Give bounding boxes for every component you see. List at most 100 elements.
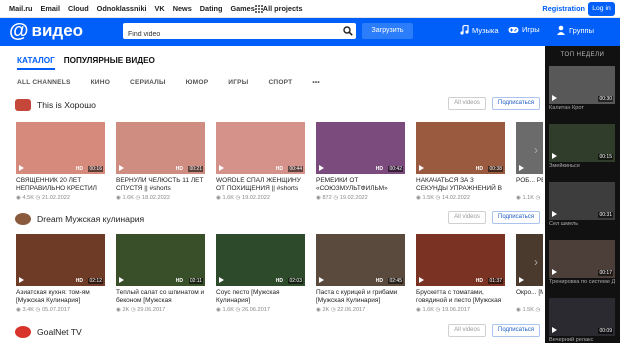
video-title[interactable]: WORDLE СПАЛ ЖЕНЩИНУ ОТ ПОХИЩЕНИЯ || #sho…: [216, 177, 305, 193]
video-title[interactable]: РЕМЕЙКИ ОТ «СОЮЗМУЛЬТФИЛЬМ»: [316, 177, 405, 193]
video-thumbnail[interactable]: HD 02:11: [116, 234, 205, 286]
video-thumbnail[interactable]: HD 00:42: [316, 122, 405, 174]
upload-button[interactable]: Загрузить: [362, 23, 413, 39]
top-video-item[interactable]: 00:30 Калитан Крот: [549, 66, 615, 111]
video-title[interactable]: Калитан Крот: [549, 105, 615, 111]
video-title[interactable]: Сел шмель: [549, 221, 615, 227]
clock-icon: ◷: [233, 307, 242, 313]
hd-badge: HD: [275, 278, 283, 284]
channel-name[interactable]: This is Хорошо: [37, 100, 96, 110]
portal-link[interactable]: Dating: [200, 4, 223, 13]
category-link[interactable]: СЕРИАЛЫ: [130, 79, 166, 86]
video-card[interactable]: HD 00:16 СВЯЩЕННИК 20 ЛЕТ НЕПРАВИЛЬНО КРЕС…: [16, 122, 105, 201]
channel-header: Dream Мужская кулинария All videos Подпи…: [15, 211, 540, 227]
video-thumbnail[interactable]: HD 00:21: [116, 122, 205, 174]
row-next-arrow[interactable]: ›: [531, 130, 541, 170]
all-videos-button[interactable]: All videos: [448, 97, 486, 110]
portal-link[interactable]: Cloud: [68, 4, 89, 13]
video-card[interactable]: HD 02:03 Соус песто [Мужская Кулинария] ◉ 1…: [216, 234, 305, 313]
top-video-item[interactable]: 00:09 Вечерний релакс: [549, 298, 615, 343]
video-thumbnail[interactable]: HD 01:37: [416, 234, 505, 286]
video-thumbnail[interactable]: 00:31: [549, 182, 615, 220]
channel-name[interactable]: Dream Мужская кулинария: [37, 214, 144, 224]
portal-link[interactable]: News: [173, 4, 192, 13]
hd-badge: HD: [475, 166, 483, 172]
video-thumbnail[interactable]: 00:17: [549, 240, 615, 278]
subscribe-button[interactable]: Подписаться: [492, 324, 540, 337]
all-videos-button[interactable]: All videos: [448, 211, 486, 224]
more-categories-button[interactable]: •••: [312, 79, 320, 86]
channel-avatar[interactable]: [15, 99, 31, 111]
category-link[interactable]: ЮМОР: [186, 79, 209, 86]
video-title[interactable]: ВЕРНУЛИ ЧЕЛЮСТЬ 11 ЛЕТ СПУСТЯ || #shorts: [116, 177, 205, 193]
subscribe-button[interactable]: Подписаться: [492, 211, 540, 224]
video-title[interactable]: Вечерний релакс: [549, 337, 615, 343]
video-duration: 00:17: [598, 270, 613, 276]
video-title[interactable]: Змейкиньсе: [549, 163, 615, 169]
video-title[interactable]: НАКАЧАТЬСЯ ЗА 3 СЕКУНДЫ УПРАЖНЕНИЙ В ДЕН…: [416, 177, 505, 193]
video-card[interactable]: HD 02:45 Паста с курицей и грибами [Мужска…: [316, 234, 405, 313]
video-title[interactable]: СВЯЩЕННИК 20 ЛЕТ НЕПРАВИЛЬНО КРЕСТИЛ: [16, 177, 105, 193]
clock-icon: ◷: [533, 195, 541, 201]
top-video-item[interactable]: 00:17 Тренировка по системе Джеймса: [549, 240, 615, 285]
login-button[interactable]: Log in: [588, 2, 615, 16]
category-link[interactable]: ALL CHANNELS: [17, 79, 71, 86]
video-title[interactable]: Соус песто [Мужская Кулинария]: [216, 289, 305, 305]
nav-music[interactable]: Музыка: [460, 25, 499, 35]
video-title[interactable]: РОБ... РЕК...: [516, 177, 543, 193]
video-logo[interactable]: @ видео: [9, 21, 83, 41]
search-icon[interactable]: [343, 26, 353, 36]
category-link[interactable]: КИНО: [91, 79, 110, 86]
play-icon: [552, 211, 557, 217]
video-thumbnail[interactable]: 00:09: [549, 298, 615, 336]
channel-avatar[interactable]: [15, 326, 31, 338]
nav-games[interactable]: Игры: [508, 25, 540, 34]
tab-catalog[interactable]: КАТАЛОГ: [17, 56, 55, 70]
video-thumbnail[interactable]: HD 00:38: [416, 122, 505, 174]
row-next-arrow[interactable]: ›: [531, 242, 541, 282]
apps-grid-icon[interactable]: [255, 5, 263, 13]
nav-groups[interactable]: Группы: [556, 25, 594, 35]
top-video-item[interactable]: 00:31 Сел шмель: [549, 182, 615, 227]
portal-link[interactable]: Mail.ru: [9, 4, 33, 13]
portal-link[interactable]: Email: [41, 4, 60, 13]
video-thumbnail[interactable]: 00:15: [549, 124, 615, 162]
video-thumbnail[interactable]: HD 02:03: [216, 234, 305, 286]
category-link[interactable]: ИГРЫ: [228, 79, 248, 86]
portal-link[interactable]: Odnoklassniki: [97, 4, 147, 13]
video-title[interactable]: Азиатская кухня: том-ям [Мужская Кулинар…: [16, 289, 105, 305]
top-video-item[interactable]: 00:15 Змейкиньсе: [549, 124, 615, 169]
subscribe-button[interactable]: Подписаться: [492, 97, 540, 110]
all-videos-button[interactable]: All videos: [448, 324, 486, 337]
video-title[interactable]: Брускетта с томатами, говядиной и песто …: [416, 289, 505, 305]
video-title[interactable]: Окро... [Муж...: [516, 289, 543, 305]
registration-link[interactable]: Registration: [542, 4, 585, 13]
tab-popular[interactable]: ПОПУЛЯРНЫЕ ВИДЕО: [64, 56, 155, 70]
portal-link[interactable]: All projects: [263, 4, 303, 13]
video-card[interactable]: HD 02:11 Теплый салат со шпинатом и беконо…: [116, 234, 205, 313]
channel-avatar[interactable]: [15, 213, 31, 225]
search-input[interactable]: [123, 26, 333, 43]
video-card[interactable]: HD 00:38 НАКАЧАТЬСЯ ЗА 3 СЕКУНДЫ УПРАЖНЕНИ…: [416, 122, 505, 201]
video-thumbnail[interactable]: 00:30: [549, 66, 615, 104]
video-card[interactable]: HD 00:42 РЕМЕЙКИ ОТ «СОЮЗМУЛЬТФИЛЬМ» ◉ 872 …: [316, 122, 405, 201]
video-card[interactable]: HD 01:37 Брускетта с томатами, говядиной и…: [416, 234, 505, 313]
video-thumbnail[interactable]: HD 02:12: [16, 234, 105, 286]
video-title[interactable]: Теплый салат со шпинатом и беконом [Мужс…: [116, 289, 205, 305]
video-card[interactable]: HD 00:44 WORDLE СПАЛ ЖЕНЩИНУ ОТ ПОХИЩЕНИЯ …: [216, 122, 305, 201]
portal-link[interactable]: VK: [155, 4, 165, 13]
video-title[interactable]: Паста с курицей и грибами [Мужская Кулин…: [316, 289, 405, 305]
upload-date: 19.06.2017: [441, 307, 470, 313]
video-title[interactable]: Тренировка по системе Джеймса: [549, 279, 615, 285]
music-note-icon: [460, 25, 469, 35]
video-thumbnail[interactable]: HD 02:45: [316, 234, 405, 286]
category-link[interactable]: СПОРТ: [268, 79, 292, 86]
video-thumbnail[interactable]: HD 00:44: [216, 122, 305, 174]
video-card[interactable]: HD 02:12 Азиатская кухня: том-ям [Мужская …: [16, 234, 105, 313]
portal-link[interactable]: Games: [230, 4, 254, 13]
channel-name[interactable]: GoalNet TV: [37, 327, 82, 337]
clock-icon: ◷: [233, 195, 242, 201]
hd-badge: HD: [375, 166, 383, 172]
video-thumbnail[interactable]: HD 00:16: [16, 122, 105, 174]
video-card[interactable]: HD 00:21 ВЕРНУЛИ ЧЕЛЮСТЬ 11 ЛЕТ СПУСТЯ || …: [116, 122, 205, 201]
